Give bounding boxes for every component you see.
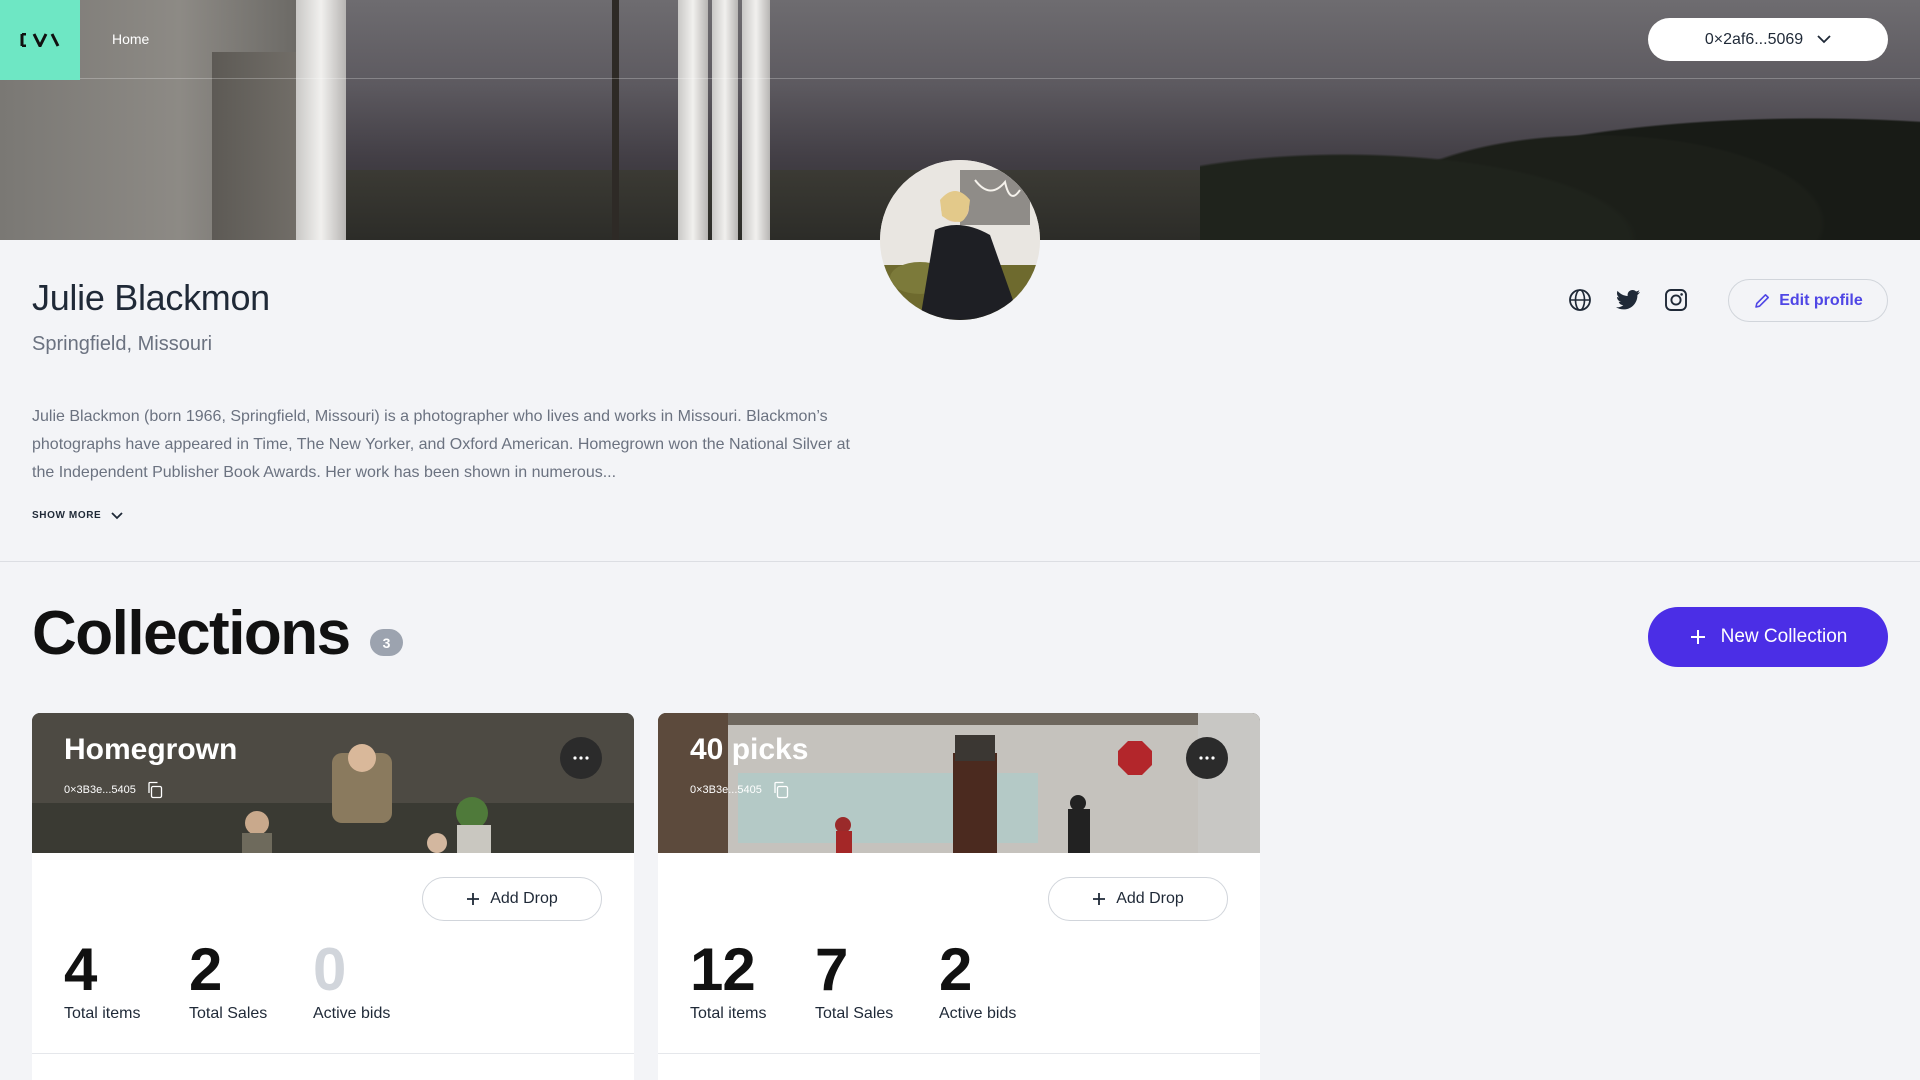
stat-value: 12 <box>690 936 756 1003</box>
banner-pole <box>612 0 619 240</box>
collection-cover-image: 40 picks 0×3B3e...5405 <box>658 713 1260 853</box>
collection-menu-button[interactable] <box>1186 737 1228 779</box>
copy-icon[interactable] <box>146 781 164 799</box>
collection-address: 0×3B3e...5405 <box>64 781 164 799</box>
collection-card[interactable]: 40 picks 0×3B3e...5405 Add Drop 12 Total… <box>658 713 1260 1080</box>
plus-icon <box>467 893 480 905</box>
stat-total-sales: 7 Total Sales <box>815 935 893 1023</box>
collection-menu-button[interactable] <box>560 737 602 779</box>
card-divider <box>32 1053 634 1054</box>
edit-profile-button[interactable]: Edit profile <box>1728 279 1888 322</box>
stat-total-items: 4 Total items <box>64 935 140 1023</box>
stat-value: 0 <box>313 936 346 1003</box>
add-drop-label: Add Drop <box>490 890 558 907</box>
plus-icon <box>1093 893 1106 905</box>
stat-value: 7 <box>815 936 848 1003</box>
instagram-icon <box>1665 289 1687 311</box>
stat-label: Total items <box>64 1005 141 1022</box>
stat-label: Total Sales <box>189 1005 268 1022</box>
card-divider <box>658 1053 1260 1054</box>
wallet-dropdown[interactable]: 0×2af6...5069 <box>1648 18 1888 61</box>
new-collection-button[interactable]: New Collection <box>1648 607 1888 667</box>
chevron-down-icon <box>1817 35 1831 44</box>
collection-cover-image: Homegrown 0×3B3e...5405 <box>32 713 634 853</box>
logo-icon <box>20 33 60 47</box>
collections-count-badge: 3 <box>370 629 403 656</box>
more-dots-icon <box>1199 756 1215 760</box>
banner-pillar <box>296 0 346 240</box>
collection-card[interactable]: Homegrown 0×3B3e...5405 Add Drop 4 Total… <box>32 713 634 1080</box>
twitter-link[interactable] <box>1613 285 1643 315</box>
banner-pillar <box>678 0 708 240</box>
avatar-photo <box>880 160 1040 320</box>
contract-address: 0×3B3e...5405 <box>64 784 136 796</box>
collection-title: 40 picks <box>690 733 809 766</box>
show-more-label: SHOW MORE <box>32 510 102 521</box>
globe-icon <box>1569 289 1591 311</box>
wallet-address: 0×2af6...5069 <box>1704 30 1804 48</box>
contract-address: 0×3B3e...5405 <box>690 784 762 796</box>
stat-label: Active bids <box>939 1005 1017 1022</box>
website-link[interactable] <box>1565 285 1595 315</box>
add-drop-label: Add Drop <box>1116 890 1184 907</box>
add-drop-button[interactable]: Add Drop <box>1048 877 1228 921</box>
stat-active-bids: 2 Active bids <box>939 935 1016 1023</box>
stat-value: 2 <box>189 936 222 1003</box>
stat-total-items: 12 Total items <box>690 935 766 1023</box>
profile-bio: Julie Blackmon (born 1966, Springfield, … <box>32 408 850 481</box>
stat-label: Total Sales <box>815 1005 894 1022</box>
banner-trees <box>1200 70 1920 240</box>
profile-name: Julie Blackmon <box>32 277 270 318</box>
stat-value: 4 <box>64 936 97 1003</box>
stat-label: Active bids <box>313 1005 391 1022</box>
stat-value: 2 <box>939 936 972 1003</box>
collections-title: Collections <box>32 599 351 668</box>
collection-title: Homegrown <box>64 733 238 766</box>
nav-divider <box>0 78 1920 79</box>
collection-address: 0×3B3e...5405 <box>690 781 790 799</box>
edit-profile-label: Edit profile <box>1779 291 1863 309</box>
logo[interactable] <box>0 0 80 80</box>
profile-location: Springfield, Missouri <box>32 333 213 355</box>
add-drop-button[interactable]: Add Drop <box>422 877 602 921</box>
pencil-icon <box>1755 293 1770 308</box>
twitter-icon <box>1616 290 1640 310</box>
show-more-button[interactable]: SHOW MORE <box>32 510 123 521</box>
section-divider <box>0 561 1920 562</box>
stat-total-sales: 2 Total Sales <box>189 935 267 1023</box>
chevron-down-icon <box>111 511 123 519</box>
plus-icon <box>1690 630 1705 644</box>
stat-active-bids: 0 Active bids <box>313 935 390 1023</box>
nav-home-link[interactable]: Home <box>112 31 149 47</box>
new-collection-label: New Collection <box>1720 626 1848 647</box>
more-dots-icon <box>573 756 589 760</box>
stat-label: Total items <box>690 1005 767 1022</box>
banner-pillar <box>712 0 738 240</box>
instagram-link[interactable] <box>1661 285 1691 315</box>
banner-pillar <box>742 0 770 240</box>
copy-icon[interactable] <box>772 781 790 799</box>
profile-avatar <box>880 160 1040 320</box>
